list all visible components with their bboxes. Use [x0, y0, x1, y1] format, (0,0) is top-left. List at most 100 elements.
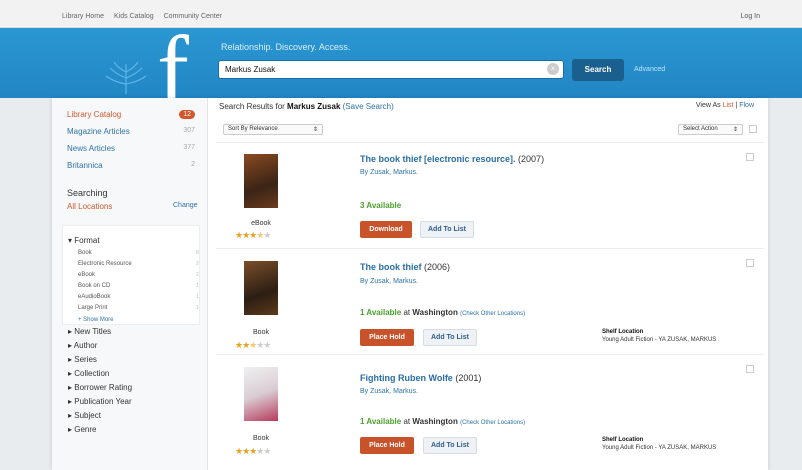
facet-label: New Titles [74, 327, 112, 336]
category-label: Magazine Articles [67, 127, 130, 136]
check-other-locations-link[interactable]: (Check Other Locations) [460, 420, 525, 426]
format-option[interactable]: eBook [78, 272, 95, 278]
category-library-catalog[interactable]: Library Catalog [67, 110, 121, 119]
category-news-articles[interactable]: News Articles [67, 144, 115, 153]
title-line: Fighting Ruben Wolfe (2001) [360, 373, 481, 383]
result-year: (2007) [518, 154, 545, 164]
result-author-link[interactable]: By Zusak, Markus. [360, 169, 418, 176]
show-more-link[interactable]: + Show More [78, 317, 114, 323]
add-to-list-button[interactable]: Add To List [423, 437, 477, 454]
facet-collection[interactable]: ▸ Collection [68, 369, 109, 378]
sort-select[interactable]: Sort By Relevance ⇕ [223, 124, 323, 135]
facet-author[interactable]: ▸ Author [68, 341, 97, 350]
category-count-badge: 12 [179, 110, 195, 119]
shelf-location-value: Young Adult Fiction - YA ZUSAK, MARKUS [602, 445, 717, 451]
category-label: News Articles [67, 144, 116, 153]
select-all-checkbox[interactable] [749, 125, 757, 133]
format-option[interactable]: Electronic Resource [78, 261, 132, 267]
view-flow-link[interactable]: Flow [739, 102, 754, 109]
result-item: eBook ★★★★★ The book thief [electronic r… [216, 142, 764, 248]
save-search-link[interactable]: (Save Search) [343, 102, 394, 111]
results-prefix: Search Results for [219, 102, 285, 111]
searching-label: Searching [67, 188, 108, 198]
format-option[interactable]: Book on CD [78, 283, 110, 289]
facet-format-label: Format [74, 236, 100, 245]
result-checkbox[interactable] [746, 365, 754, 373]
location-prefix: at [403, 308, 411, 317]
change-location-link[interactable]: Change [173, 202, 198, 209]
advanced-search-link[interactable]: Advanced [634, 66, 665, 73]
availability: 1 Available at Washington (Check Other L… [360, 308, 525, 317]
book-cover[interactable] [244, 261, 278, 315]
result-item: Book ★★★★★ The book thief (2006) By Zusa… [216, 248, 764, 354]
facet-genre[interactable]: ▸ Genre [68, 425, 96, 434]
facet-label: Subject [74, 411, 101, 420]
availability-count: 1 Available [360, 417, 402, 426]
book-cover[interactable] [244, 154, 278, 208]
view-list-link[interactable]: List [723, 102, 734, 109]
result-year: (2006) [424, 262, 451, 272]
facet-series[interactable]: ▸ Series [68, 355, 97, 364]
result-item: Book ★★★★★ Fighting Ruben Wolfe (2001) B… [216, 354, 764, 470]
category-britannica[interactable]: Britannica [67, 161, 103, 170]
facet-subject[interactable]: ▸ Subject [68, 411, 101, 420]
category-count: 377 [183, 144, 195, 151]
facet-label: Borrower Rating [74, 383, 133, 392]
facet-new-titles[interactable]: ▸ New Titles [68, 327, 111, 336]
star-rating[interactable]: ★★★★★ [235, 340, 271, 351]
result-author-link[interactable]: By Zusak, Markus. [360, 278, 418, 285]
result-checkbox[interactable] [746, 259, 754, 267]
format-label: Book [253, 435, 269, 442]
availability: 3 Available [360, 201, 401, 210]
facet-label: Publication Year [74, 397, 132, 406]
search-button[interactable]: Search [572, 59, 624, 81]
facet-label: Series [74, 355, 97, 364]
format-option[interactable]: Book [78, 250, 92, 256]
select-action-value: Select Action [683, 126, 718, 132]
tagline: Relationship. Discovery. Access. [221, 42, 351, 52]
login-link[interactable]: Log In [741, 13, 760, 20]
category-label: Britannica [67, 161, 103, 170]
result-author-link[interactable]: By Zusak, Markus. [360, 388, 418, 395]
place-hold-button[interactable]: Place Hold [360, 437, 414, 454]
result-title-link[interactable]: The book thief [360, 262, 422, 272]
result-title-link[interactable]: Fighting Ruben Wolfe [360, 373, 453, 383]
results-query: Markus Zusak [287, 102, 341, 111]
search-input[interactable] [218, 60, 564, 79]
star-rating[interactable]: ★★★★★ [235, 230, 271, 241]
category-label: Library Catalog [67, 110, 122, 119]
result-title-link[interactable]: The book thief [electronic resource]. [360, 154, 516, 164]
availability-count: 1 Available [360, 308, 402, 317]
download-button[interactable]: Download [360, 221, 412, 238]
format-option[interactable]: eAudioBook [78, 294, 110, 300]
nav-kids-catalog[interactable]: Kids Catalog [114, 13, 154, 20]
book-cover[interactable] [244, 367, 278, 421]
result-checkbox[interactable] [746, 153, 754, 161]
sort-select-value: Sort By Relevance [228, 126, 278, 132]
facet-format[interactable]: ▾ Format [68, 236, 100, 245]
place-hold-button[interactable]: Place Hold [360, 329, 414, 346]
view-as-label: View As [695, 102, 721, 109]
facet-borrower-rating[interactable]: ▸ Borrower Rating [68, 383, 132, 392]
shelf-location-label: Shelf Location [602, 329, 644, 335]
locations-value: All Locations [67, 202, 113, 211]
location-name: Washington [412, 417, 458, 426]
category-count: 307 [183, 127, 195, 134]
add-to-list-button[interactable]: Add To List [423, 329, 477, 346]
clear-search-icon[interactable]: × [547, 63, 559, 75]
star-rating[interactable]: ★★★★★ [235, 446, 271, 457]
format-option[interactable]: Large Print [78, 305, 107, 311]
results-header: Search Results for Markus Zusak (Save Se… [219, 102, 394, 111]
title-line: The book thief (2006) [360, 262, 450, 272]
format-count: 1 [196, 305, 199, 311]
location-prefix: at [403, 417, 411, 426]
top-nav-links: Library Home Kids Catalog Community Cent… [62, 13, 230, 20]
select-action-dropdown[interactable]: Select Action ⇕ [678, 124, 743, 135]
availability-count: 3 Available [360, 201, 402, 210]
category-magazine-articles[interactable]: Magazine Articles [67, 127, 130, 136]
availability: 1 Available at Washington (Check Other L… [360, 417, 525, 426]
nav-library-home[interactable]: Library Home [62, 13, 104, 20]
facet-publication-year[interactable]: ▸ Publication Year [68, 397, 132, 406]
check-other-locations-link[interactable]: (Check Other Locations) [460, 311, 525, 317]
add-to-list-button[interactable]: Add To List [420, 221, 474, 238]
